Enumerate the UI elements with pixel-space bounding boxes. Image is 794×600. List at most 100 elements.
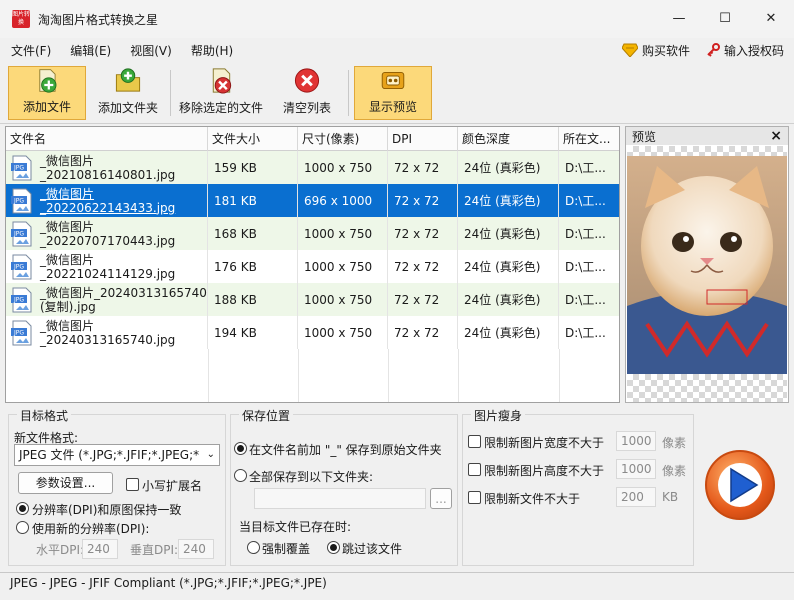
- column-header-size[interactable]: 文件大小: [208, 127, 298, 151]
- limit-height-checkbox[interactable]: [468, 463, 481, 476]
- color-depth-cell: 24位 (真彩色): [458, 184, 559, 217]
- add-file-button[interactable]: 添加文件: [8, 66, 86, 120]
- v-dpi-input[interactable]: 240: [178, 539, 214, 559]
- folder-path-input[interactable]: [254, 488, 426, 509]
- table-row[interactable]: JPG _微信图片 _20221024114129.jpg 176 KB 100…: [6, 250, 619, 283]
- h-dpi-input[interactable]: 240: [82, 539, 118, 559]
- dimensions-cell: 1000 x 750: [298, 250, 388, 283]
- column-header-color-depth[interactable]: 颜色深度: [458, 127, 559, 151]
- add-file-label: 添加文件: [22, 100, 71, 114]
- file-name-line2: _20220622143433.jpg: [40, 200, 176, 215]
- color-depth-cell: 24位 (真彩色): [458, 250, 559, 283]
- location-cell: D:\工...: [565, 227, 606, 241]
- menu-edit[interactable]: 编辑(E): [62, 42, 119, 59]
- table-row[interactable]: JPG _微信图片 _20210816140801.jpg 159 KB 100…: [6, 151, 619, 184]
- lowercase-ext-label: 小写扩展名: [142, 479, 203, 493]
- height-limit-input[interactable]: 1000: [616, 459, 656, 479]
- width-unit-label: 像素: [662, 436, 687, 450]
- save-prefix-radio[interactable]: [234, 442, 247, 455]
- status-bar: JPEG - JPEG - JFIF Compliant (*.JPG;*.JF…: [0, 572, 794, 594]
- column-header-dpi[interactable]: DPI: [388, 127, 458, 151]
- menu-view[interactable]: 视图(V): [122, 42, 180, 59]
- save-folder-label: 全部保存到以下文件夹:: [249, 470, 374, 484]
- file-name-line2: _20240313165740.jpg: [40, 332, 176, 347]
- menu-file[interactable]: 文件(F): [3, 42, 59, 59]
- file-name-cell: JPG _微信图片 _20220622143433.jpg: [6, 184, 208, 217]
- file-size-cell: 159 KB: [208, 151, 298, 184]
- clear-list-button[interactable]: 清空列表: [272, 66, 342, 120]
- preview-close-button[interactable]: ×: [770, 128, 782, 144]
- limit-size-checkbox[interactable]: [468, 491, 481, 504]
- h-dpi-label: 水平DPI:: [36, 543, 85, 557]
- dimensions-cell: 1000 x 750: [298, 151, 388, 184]
- browse-folder-button[interactable]: ...: [430, 488, 452, 509]
- keep-dpi-label: 分辨率(DPI)和原图保持一致: [32, 503, 182, 517]
- column-header-dimensions[interactable]: 尺寸(像素): [298, 127, 388, 151]
- v-dpi-label: 垂直DPI:: [130, 543, 179, 557]
- clear-list-icon: [294, 68, 320, 93]
- file-name-cell: JPG _微信图片 _20221024114129.jpg: [6, 250, 208, 283]
- close-button[interactable]: ✕: [748, 0, 794, 36]
- file-name-line2: (复制).jpg: [40, 299, 96, 314]
- file-exists-label: 当目标文件已存在时:: [239, 520, 352, 534]
- format-select[interactable]: JPEG 文件 (*.JPG;*.JFIF;*.JPEG;* ⌄: [14, 444, 220, 466]
- jpg-file-icon: JPG: [11, 188, 32, 213]
- table-row[interactable]: JPG _微信图片 _20240313165740.jpg 194 KB 100…: [6, 316, 619, 349]
- dpi-cell: 72 x 72: [388, 151, 458, 184]
- file-name-line2: _20220707170443.jpg: [40, 233, 176, 248]
- location-cell: D:\工...: [565, 260, 606, 274]
- enter-license-link[interactable]: 输入授权码: [706, 42, 784, 59]
- column-header-name[interactable]: 文件名: [6, 127, 208, 151]
- table-row[interactable]: JPG _微信图片 _20220707170443.jpg 168 KB 100…: [6, 217, 619, 250]
- location-cell: D:\工...: [565, 194, 606, 208]
- chevron-down-icon: ⌄: [206, 449, 215, 460]
- skip-radio[interactable]: [327, 541, 340, 554]
- save-prefix-label: 在文件名前加 "_" 保存到原始文件夹: [249, 443, 442, 457]
- file-icon-label: JPG: [13, 164, 24, 171]
- file-name-line2: _20210816140801.jpg: [40, 167, 176, 182]
- file-size-cell: 176 KB: [208, 250, 298, 283]
- file-name-line1: _微信图片: [40, 186, 95, 201]
- new-dpi-radio[interactable]: [16, 521, 29, 534]
- remove-selected-button[interactable]: 移除选定的文件: [176, 66, 266, 120]
- add-folder-icon: [115, 68, 141, 92]
- enter-license-label: 输入授权码: [723, 43, 784, 58]
- file-list[interactable]: 文件名 文件大小 尺寸(像素) DPI 颜色深度 所在文... JPG _微信图…: [5, 126, 620, 403]
- save-folder-radio[interactable]: [234, 469, 247, 482]
- location-cell: D:\工...: [565, 326, 606, 340]
- preview-image: [627, 146, 787, 402]
- width-limit-input[interactable]: 1000: [616, 431, 656, 451]
- buy-software-link[interactable]: 购买软件: [621, 42, 690, 59]
- table-row[interactable]: JPG _微信图片 _20220622143433.jpg 181 KB 696…: [6, 184, 619, 217]
- preview-title: 预览: [632, 129, 657, 144]
- dimensions-cell: 696 x 1000: [298, 184, 388, 217]
- overwrite-radio[interactable]: [247, 541, 260, 554]
- file-name-line1: _微信图片: [40, 318, 95, 333]
- toolbar: 添加文件 添加文件夹 移除选定的文件 清空列表 显示预览: [0, 62, 794, 124]
- limit-width-checkbox[interactable]: [468, 435, 481, 448]
- start-convert-button[interactable]: [705, 450, 775, 520]
- file-name-line1: _微信图片: [40, 153, 95, 168]
- params-settings-button[interactable]: 参数设置...: [18, 472, 113, 494]
- file-size-cell: 168 KB: [208, 217, 298, 250]
- preview-panel: 预览 ×: [625, 126, 789, 403]
- file-size-cell: 188 KB: [208, 283, 298, 316]
- location-cell: D:\工...: [565, 161, 606, 175]
- menu-help[interactable]: 帮助(H): [183, 42, 241, 59]
- table-row[interactable]: JPG _微信图片_20240313165740 (复制).jpg 188 KB…: [6, 283, 619, 316]
- target-format-title: 目标格式: [17, 407, 72, 424]
- dimensions-cell: 1000 x 750: [298, 316, 388, 349]
- show-preview-button[interactable]: 显示预览: [354, 66, 432, 120]
- size-limit-input[interactable]: 200: [616, 487, 656, 507]
- column-header-location[interactable]: 所在文...: [559, 127, 619, 151]
- minimize-button[interactable]: —: [656, 0, 702, 36]
- maximize-button[interactable]: ☐: [702, 0, 748, 36]
- overwrite-label: 强制覆盖: [262, 542, 311, 556]
- add-folder-button[interactable]: 添加文件夹: [92, 66, 164, 120]
- lowercase-ext-checkbox[interactable]: [126, 478, 139, 491]
- size-unit-label: KB: [662, 490, 679, 504]
- jpg-file-icon: JPG: [11, 320, 32, 345]
- diamond-icon: [621, 43, 638, 57]
- keep-dpi-radio[interactable]: [16, 502, 29, 515]
- file-name-cell: JPG _微信图片 _20240313165740.jpg: [6, 316, 208, 349]
